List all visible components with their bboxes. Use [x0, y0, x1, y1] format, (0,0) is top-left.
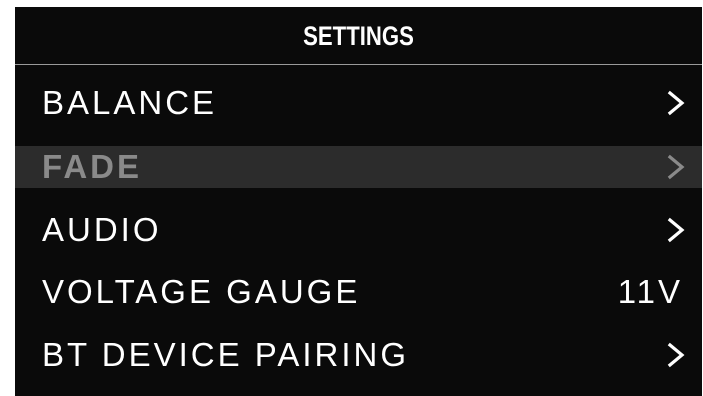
- menu-item-label: VOLTAGE GAUGE: [42, 273, 361, 310]
- chevron-right-icon: [667, 342, 685, 368]
- chevron-right-icon: [667, 217, 685, 243]
- menu-item-bt-device-pairing[interactable]: BT DEVICE PAIRING: [15, 334, 702, 376]
- menu-item-voltage-gauge[interactable]: VOLTAGE GAUGE 11V: [15, 271, 702, 313]
- menu-item-label: BALANCE: [42, 84, 218, 121]
- chevron-right-icon: [667, 90, 685, 116]
- menu-item-balance[interactable]: BALANCE: [15, 82, 702, 124]
- menu-item-fade[interactable]: FADE: [15, 146, 702, 188]
- voltage-value: 11V: [617, 273, 683, 310]
- menu-item-label: AUDIO: [42, 211, 162, 248]
- menu-item-label: BT DEVICE PAIRING: [42, 336, 410, 373]
- title-divider: [15, 64, 702, 65]
- menu-item-label: FADE: [42, 148, 143, 185]
- chevron-right-icon: [667, 154, 685, 180]
- menu-item-audio[interactable]: AUDIO: [15, 209, 702, 251]
- settings-screen: SETTINGS BALANCE FADE AUDIO VOLTAGE GAUG…: [15, 7, 702, 396]
- screen-title: SETTINGS: [303, 20, 414, 51]
